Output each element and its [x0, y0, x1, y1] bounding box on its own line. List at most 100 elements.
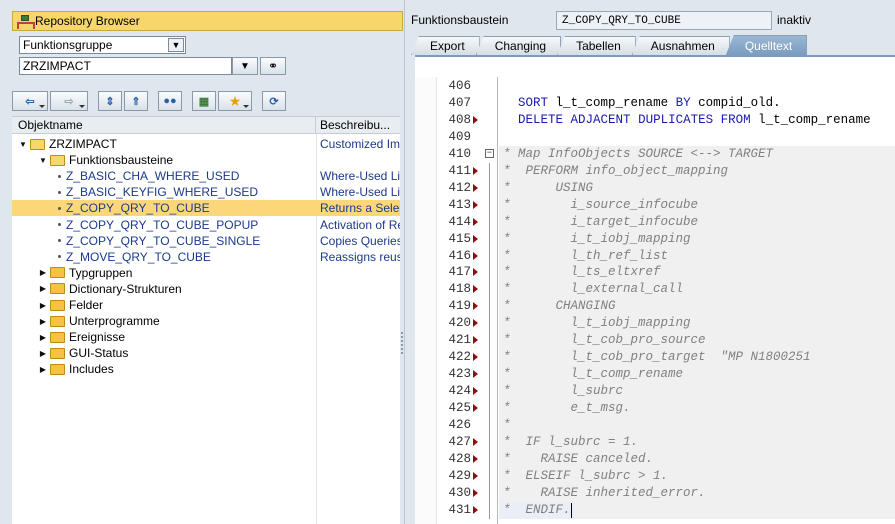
- code-line[interactable]: 412 * USING: [415, 179, 895, 197]
- tree-item-function-module[interactable]: Z_COPY_QRY_TO_CUBE_SINGLE Copies Queries: [12, 233, 400, 249]
- tree-item-name-cell: ▼ Funktionsbausteine: [12, 153, 316, 167]
- expanded-arrow-icon[interactable]: ▼: [18, 139, 28, 149]
- tree-item-function-module[interactable]: Z_BASIC_CHA_WHERE_USED Where-Used Lis: [12, 168, 400, 184]
- fold-toggle-icon[interactable]: −: [485, 148, 494, 158]
- tree-item-function-module[interactable]: Z_COPY_QRY_TO_CUBE_POPUP Activation of Re: [12, 217, 400, 233]
- code-line[interactable]: 419 * CHANGING: [415, 298, 895, 316]
- display-button[interactable]: ⚭: [260, 57, 286, 75]
- code-line[interactable]: 408 DELETE ADJACENT DUPLICATES FROM l_t_…: [415, 112, 895, 129]
- code-line[interactable]: 430 * RAISE inherited_error.: [415, 484, 895, 502]
- favorites-button[interactable]: ★: [218, 91, 252, 111]
- tree-item-name-cell: Z_BASIC_KEYFIG_WHERE_USED: [12, 185, 316, 199]
- source-code-editor[interactable]: 406 407 SORT l_t_comp_rename BY compid_ol…: [415, 55, 895, 524]
- collapsed-arrow-icon[interactable]: ▶: [38, 316, 48, 326]
- repository-browser-pane: Repository Browser Funktionsgruppe ▼ ZRZ…: [0, 0, 404, 524]
- collapsed-arrow-icon[interactable]: ▶: [38, 348, 48, 358]
- code-text: * CHANGING: [503, 299, 616, 314]
- tree-item-folder[interactable]: ▼ Funktionsbausteine: [12, 152, 400, 168]
- tree-item-label: Typgruppen: [69, 265, 133, 280]
- tree-item-function-module[interactable]: Z_MOVE_QRY_TO_CUBE Reassigns reusa: [12, 249, 400, 265]
- hierarchy-button[interactable]: ▦: [192, 91, 216, 111]
- code-line[interactable]: 407 SORT l_t_comp_rename BY compid_old.: [415, 95, 895, 112]
- folder-icon: [50, 331, 65, 343]
- code-line[interactable]: 431 * ENDIF.: [415, 501, 895, 519]
- code-line[interactable]: 406: [415, 78, 895, 95]
- object-name-input[interactable]: ZRZIMPACT: [19, 57, 232, 75]
- object-tree: ▼ ZRZIMPACT Customized Imp ▼ Funktionsbauste…: [12, 134, 400, 524]
- code-line[interactable]: 415 * i_t_iobj_mapping: [415, 230, 895, 248]
- tab-quelltext[interactable]: Quelltext: [725, 35, 808, 55]
- column-description[interactable]: Beschreibu...: [316, 117, 400, 133]
- code-line[interactable]: 426 *: [415, 417, 895, 434]
- repository-browser-header[interactable]: Repository Browser: [12, 11, 403, 31]
- tree-item-function-module[interactable]: Z_COPY_QRY_TO_CUBE Returns a Selec: [12, 200, 400, 217]
- browser-toolbar: ⇦ ⇨ ⇕ ⇑ ●● ▦ ★ ⟳: [12, 91, 288, 113]
- tab-tabellen[interactable]: Tabellen: [557, 36, 636, 55]
- tree-item-folder[interactable]: ▶ Dictionary-Strukturen: [12, 281, 400, 297]
- expand-button[interactable]: ⇕: [98, 91, 122, 111]
- code-text: * Map InfoObjects SOURCE <--> TARGET: [503, 146, 774, 161]
- tree-item-folder[interactable]: ▶ GUI-Status: [12, 345, 400, 361]
- forward-button[interactable]: ⇨: [50, 91, 88, 111]
- code-text: * ELSEIF l_subrc > 1.: [503, 468, 669, 483]
- tree-item-label: Dictionary-Strukturen: [69, 281, 182, 296]
- refresh-button[interactable]: ⟳: [262, 91, 286, 111]
- code-line[interactable]: 411 * PERFORM info_object_mapping: [415, 162, 895, 180]
- code-line[interactable]: 428 * RAISE canceled.: [415, 450, 895, 468]
- column-object-name[interactable]: Objektname: [12, 117, 316, 133]
- tab-export[interactable]: Export: [411, 36, 480, 55]
- change-marker-icon: [473, 251, 478, 260]
- code-text: * PERFORM info_object_mapping: [503, 163, 729, 178]
- object-type-select[interactable]: Funktionsgruppe ▼: [19, 36, 186, 54]
- tree-item-folder[interactable]: ▶ Felder: [12, 297, 400, 313]
- collapsed-arrow-icon[interactable]: ▶: [38, 332, 48, 342]
- code-line[interactable]: 414 * i_target_infocube: [415, 213, 895, 231]
- line-number: 415: [448, 231, 471, 246]
- code-text: * l_t_cob_pro_target "MP N1800251: [503, 350, 811, 365]
- chevron-down-icon[interactable]: ▼: [168, 38, 184, 52]
- collapsed-arrow-icon[interactable]: ▶: [38, 268, 48, 278]
- back-button[interactable]: ⇦: [12, 91, 48, 111]
- code-line[interactable]: 417 * l_ts_eltxref: [415, 264, 895, 282]
- code-line[interactable]: 424 * l_subrc: [415, 383, 895, 401]
- tab-changing[interactable]: Changing: [475, 36, 562, 55]
- code-line[interactable]: 409: [415, 129, 895, 146]
- line-number: 412: [448, 180, 471, 195]
- line-number: 425: [448, 401, 471, 416]
- change-marker-icon: [473, 183, 478, 192]
- code-line[interactable]: 427 * IF l_subrc = 1.: [415, 433, 895, 451]
- code-line[interactable]: 418 * l_external_call: [415, 281, 895, 299]
- find-button[interactable]: ●●: [158, 91, 182, 111]
- tree-item-folder[interactable]: ▶ Ereignisse: [12, 329, 400, 345]
- code-text: * l_th_ref_list: [503, 248, 669, 263]
- tree-item-function-module[interactable]: Z_BASIC_KEYFIG_WHERE_USED Where-Used Lis: [12, 184, 400, 200]
- collapsed-arrow-icon[interactable]: ▶: [38, 284, 48, 294]
- expanded-arrow-icon[interactable]: ▼: [38, 155, 48, 165]
- code-line[interactable]: 420 * l_t_iobj_mapping: [415, 315, 895, 333]
- code-line[interactable]: 423 * l_t_comp_rename: [415, 366, 895, 384]
- code-line[interactable]: 422 * l_t_cob_pro_target "MP N1800251: [415, 349, 895, 367]
- tab-ausnahmen[interactable]: Ausnahmen: [631, 36, 730, 55]
- collapse-button[interactable]: ⇑: [124, 91, 148, 111]
- object-type-value: Funktionsgruppe: [23, 38, 113, 52]
- tree-item-name-cell: ▼ ZRZIMPACT: [12, 137, 316, 151]
- change-marker-icon: [473, 471, 478, 480]
- code-line[interactable]: 429 * ELSEIF l_subrc > 1.: [415, 467, 895, 485]
- tree-item-folder[interactable]: ▼ ZRZIMPACT Customized Imp: [12, 136, 400, 152]
- tree-item-folder[interactable]: ▶ Typgruppen: [12, 265, 400, 281]
- collapsed-arrow-icon[interactable]: ▶: [38, 300, 48, 310]
- change-marker-icon: [473, 370, 478, 379]
- function-module-name-field[interactable]: Z_COPY_QRY_TO_CUBE: [556, 11, 772, 30]
- code-line[interactable]: 416 * l_th_ref_list: [415, 247, 895, 265]
- line-number: 418: [448, 282, 471, 297]
- code-line[interactable]: 410 − * Map InfoObjects SOURCE <--> TARGET: [415, 145, 895, 163]
- code-line[interactable]: 413 * i_source_infocube: [415, 196, 895, 214]
- code-line[interactable]: 425 * e_t_msg.: [415, 400, 895, 418]
- code-line[interactable]: 421 * l_t_cob_pro_source: [415, 332, 895, 350]
- object-name-dropdown-button[interactable]: ▼: [232, 57, 258, 75]
- tree-item-folder[interactable]: ▶ Unterprogramme: [12, 313, 400, 329]
- line-number: 410: [448, 146, 471, 161]
- tree-item-folder[interactable]: ▶ Includes: [12, 361, 400, 377]
- collapsed-arrow-icon[interactable]: ▶: [38, 364, 48, 374]
- line-number: 423: [448, 367, 471, 382]
